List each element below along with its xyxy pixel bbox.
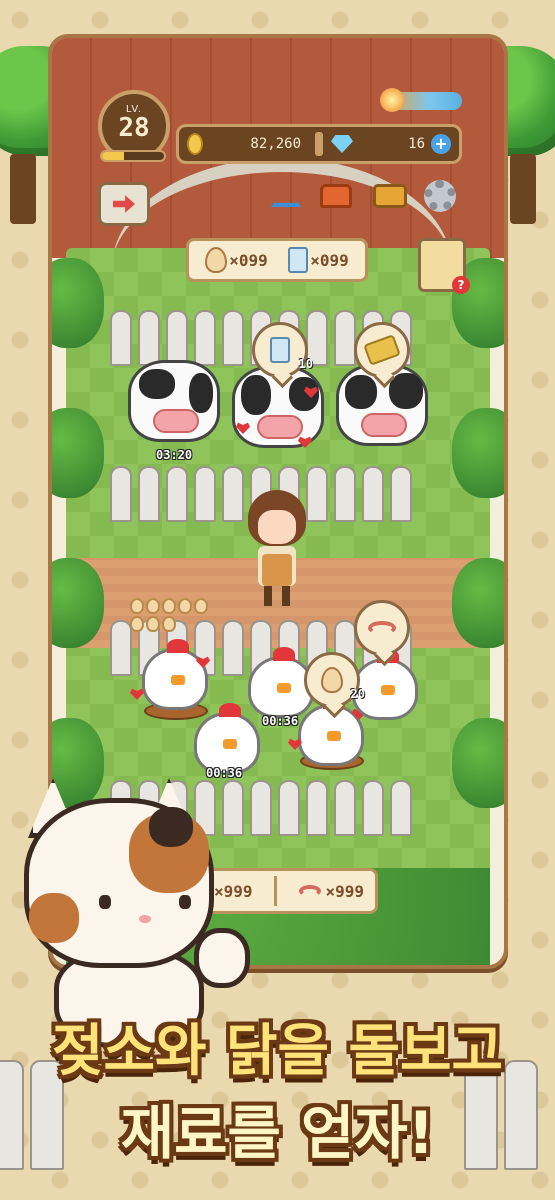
hay-needed-bubble[interactable] [354, 322, 410, 378]
bush [52, 408, 104, 498]
cow-1[interactable] [128, 360, 220, 442]
milk-bubble-count: 10 [298, 357, 313, 371]
headline-line-1: 젖소와 닭을 돌보고 [51, 1019, 504, 1084]
coin-value: 82,260 [250, 136, 301, 152]
worm-icon [299, 885, 322, 897]
milk-count: ×099 [310, 250, 349, 270]
quest-alert-badge: ? [452, 276, 470, 294]
bush [52, 558, 104, 648]
coin-counter: 82,260 [179, 133, 315, 155]
exit-farm-button[interactable] [98, 182, 150, 226]
currency-bar: 82,260 16 + [176, 124, 462, 164]
bush [52, 258, 104, 348]
xp-fill [102, 152, 124, 160]
worm-needed-bubble[interactable] [354, 600, 410, 656]
fireball-icon [380, 88, 404, 112]
milk-counter: ×099 [288, 247, 349, 273]
coin-icon [187, 133, 203, 155]
furniture-button[interactable] [316, 176, 356, 216]
diamond-icon [331, 135, 353, 153]
worm-count: ×999 [325, 881, 364, 901]
worm-counter: ×999 [299, 882, 364, 901]
chicken-3[interactable] [194, 703, 260, 774]
farmer-girl[interactable] [244, 490, 310, 610]
bush [452, 408, 504, 498]
xp-bar [100, 150, 166, 162]
exit-farm-icon [113, 195, 135, 213]
settings-button[interactable] [420, 176, 460, 216]
bush [452, 558, 504, 648]
egg-pile[interactable] [130, 598, 210, 632]
milk-ready-bubble[interactable]: 10 [252, 322, 313, 378]
hay-icon [363, 334, 401, 366]
egg-bubble-count: 20 [350, 687, 365, 701]
level-number: 28 [118, 113, 150, 143]
gear-icon [424, 180, 456, 212]
egg-counter: ×099 [205, 247, 268, 273]
gem-value: 16 [408, 136, 425, 152]
egg-icon [321, 667, 343, 693]
bush [452, 718, 504, 808]
egg-ready-bubble[interactable]: 20 [304, 652, 365, 708]
headline-line-2: 재료를 얻자! [120, 1099, 435, 1167]
hanger-icon [271, 185, 301, 207]
feed-divider [274, 876, 278, 906]
worm-icon [368, 621, 396, 635]
chicken-timer-1: 00:36 [262, 714, 299, 728]
cow-timer: 03:20 [156, 448, 193, 462]
egg-count: ×099 [229, 250, 268, 270]
egg-icon [205, 247, 228, 273]
currency-divider [315, 132, 323, 156]
milk-carton-icon [288, 247, 309, 273]
gem-counter: 16 + [323, 134, 459, 154]
inventory-button[interactable] [370, 176, 410, 216]
milk-carton-icon [270, 337, 290, 363]
sofa-icon [320, 184, 352, 208]
product-counter-bar: ×099 ×099 [186, 238, 368, 282]
wardrobe-button[interactable] [266, 176, 306, 216]
briefcase-icon [373, 184, 407, 208]
add-gems-button[interactable]: + [431, 134, 451, 154]
